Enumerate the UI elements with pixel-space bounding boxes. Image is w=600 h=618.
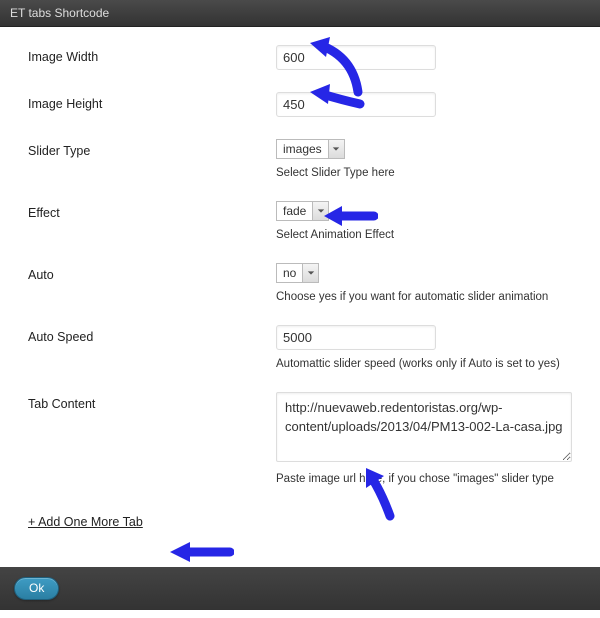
row-auto: Auto no Choose yes if you want for autom… (28, 263, 578, 303)
row-effect: Effect fade Select Animation Effect (28, 201, 578, 241)
effect-value: fade (277, 202, 312, 220)
dialog-title: ET tabs Shortcode (0, 0, 600, 27)
effect-select[interactable]: fade (276, 201, 329, 221)
chevron-down-icon (328, 140, 344, 158)
label-auto: Auto (28, 263, 276, 282)
ok-button[interactable]: Ok (14, 577, 59, 600)
auto-hint: Choose yes if you want for automatic sli… (276, 291, 578, 303)
dialog-title-text: ET tabs Shortcode (10, 6, 109, 20)
auto-select[interactable]: no (276, 263, 319, 283)
effect-hint: Select Animation Effect (276, 229, 578, 241)
image-width-input[interactable] (276, 45, 436, 70)
label-slider-type: Slider Type (28, 139, 276, 158)
auto-value: no (277, 264, 302, 282)
label-tab-content: Tab Content (28, 392, 276, 411)
chevron-down-icon (302, 264, 318, 282)
tab-content-hint: Paste image url here, if you chose "imag… (276, 473, 578, 485)
slider-type-select[interactable]: images (276, 139, 345, 159)
chevron-down-icon (312, 202, 328, 220)
auto-speed-input[interactable] (276, 325, 436, 350)
auto-speed-hint: Automattic slider speed (works only if A… (276, 358, 578, 370)
image-height-input[interactable] (276, 92, 436, 117)
label-effect: Effect (28, 201, 276, 220)
label-image-width: Image Width (28, 45, 276, 64)
slider-type-value: images (277, 140, 328, 158)
add-one-more-tab-link[interactable]: + Add One More Tab (28, 515, 143, 529)
tab-content-textarea[interactable] (276, 392, 572, 462)
row-auto-speed: Auto Speed Automattic slider speed (work… (28, 325, 578, 370)
form-body: Image Width Image Height Slider Type ima… (0, 27, 600, 567)
row-slider-type: Slider Type images Select Slider Type he… (28, 139, 578, 179)
row-image-height: Image Height (28, 92, 578, 117)
row-image-width: Image Width (28, 45, 578, 70)
label-auto-speed: Auto Speed (28, 325, 276, 344)
row-tab-content: Tab Content Paste image url here, if you… (28, 392, 578, 485)
slider-type-hint: Select Slider Type here (276, 167, 578, 179)
label-image-height: Image Height (28, 92, 276, 111)
dialog-footer: Ok (0, 567, 600, 610)
